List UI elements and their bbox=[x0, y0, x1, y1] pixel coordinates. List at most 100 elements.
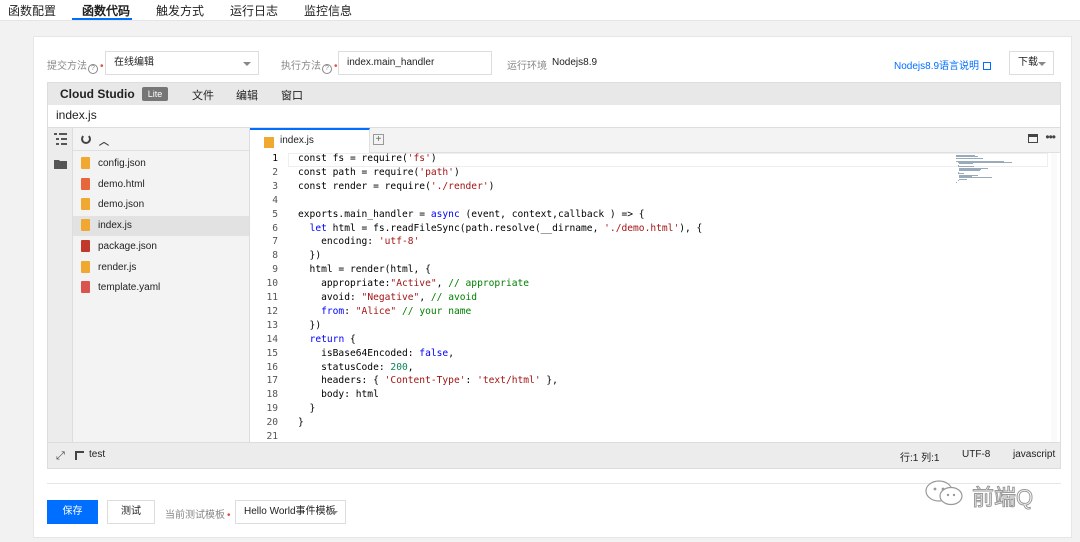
line-number: 2 bbox=[272, 166, 278, 178]
file-item-render-js[interactable]: render.js bbox=[73, 258, 249, 278]
file-name: config.json bbox=[98, 158, 146, 169]
code-text: encoding: 'utf-8' bbox=[298, 236, 420, 248]
code-text: return { bbox=[309, 333, 356, 345]
chevron-up-icon[interactable]: ︿ bbox=[99, 133, 109, 148]
code-text: exports.main_handler = async (event, con… bbox=[298, 208, 645, 220]
file-language: javascript bbox=[1013, 449, 1056, 460]
code-line: 7 encoding: 'utf-8' bbox=[250, 236, 1050, 250]
tab-function-code[interactable]: 函数代码 bbox=[82, 2, 130, 19]
line-number: 1 bbox=[272, 153, 278, 164]
runtime-label: 运行环境 bbox=[507, 61, 547, 72]
more-icon[interactable]: ••• bbox=[1045, 130, 1056, 144]
minimap-line bbox=[956, 157, 984, 159]
code-line: 20} bbox=[250, 417, 1050, 431]
submit-method-label: 提交方法? • bbox=[47, 57, 104, 74]
file-item-demo-json[interactable]: demo.json bbox=[73, 195, 249, 215]
editor-tab-index-js[interactable]: index.js bbox=[250, 128, 370, 153]
line-number: 16 bbox=[266, 361, 278, 373]
json-file-icon bbox=[81, 157, 90, 169]
file-item-package-json[interactable]: package.json bbox=[73, 237, 249, 257]
ide-menubar: Cloud Studio Lite 文件 编辑 窗口 bbox=[48, 83, 1060, 105]
line-number: 13 bbox=[266, 319, 278, 331]
language-doc-link[interactable]: Nodejs8.9语言说明 bbox=[894, 57, 992, 72]
divider bbox=[47, 483, 1061, 484]
required-mark: • bbox=[334, 61, 338, 72]
line-number: 15 bbox=[266, 347, 278, 359]
ide-statusbar: ⤢ test 行:1 列:1 UTF-8 javascript bbox=[48, 442, 1060, 468]
editor-scrollbar[interactable] bbox=[1051, 153, 1057, 444]
code-text: headers: { 'Content-Type': 'text/html' }… bbox=[298, 375, 558, 387]
code-line: 11 avoid: "Negative", // avoid bbox=[250, 292, 1050, 306]
tab-run-log[interactable]: 运行日志 bbox=[230, 2, 278, 19]
line-number: 3 bbox=[272, 180, 278, 192]
lite-badge: Lite bbox=[142, 87, 168, 101]
status-test-label[interactable]: test bbox=[89, 449, 105, 460]
code-text: } bbox=[298, 417, 304, 429]
exec-method-label: 执行方法? • bbox=[281, 57, 338, 74]
chevron-down-icon bbox=[243, 62, 251, 66]
html-file-icon bbox=[81, 178, 90, 190]
tab-trigger[interactable]: 触发方式 bbox=[156, 2, 204, 19]
help-icon[interactable]: ? bbox=[322, 64, 332, 74]
tab-function-config[interactable]: 函数配置 bbox=[8, 2, 56, 19]
explorer-toolbar: ︿ bbox=[73, 128, 249, 151]
line-number: 9 bbox=[272, 264, 278, 276]
download-dropdown[interactable]: 下载 bbox=[1009, 51, 1054, 75]
submit-method-label-text: 提交方法 bbox=[47, 61, 87, 72]
submit-method-value: 在线编辑 bbox=[114, 57, 154, 68]
editor-tab-strip: index.js + ••• bbox=[250, 128, 1060, 153]
line-number: 18 bbox=[266, 389, 278, 401]
file-item-template-yaml[interactable]: template.yaml bbox=[73, 278, 249, 298]
line-number: 14 bbox=[266, 333, 278, 345]
folder-icon[interactable] bbox=[54, 159, 67, 169]
code-line: 10 appropriate:"Active", // appropriate bbox=[250, 278, 1050, 292]
test-template-select[interactable]: Hello World事件模板 bbox=[235, 500, 346, 524]
required-mark: • bbox=[227, 510, 231, 521]
test-template-label: 当前测试模板 • bbox=[165, 506, 231, 521]
file-item-demo-html[interactable]: demo.html bbox=[73, 175, 249, 195]
code-line: 19 } bbox=[250, 403, 1050, 417]
line-number: 4 bbox=[272, 194, 278, 206]
menu-file[interactable]: 文件 bbox=[192, 87, 214, 103]
line-number: 17 bbox=[266, 375, 278, 387]
code-text: const render = require('./render') bbox=[298, 180, 495, 192]
code-editor: index.js + ••• 1 const fs = require('fs')… bbox=[250, 128, 1060, 444]
file-item-config-json[interactable]: config.json bbox=[73, 154, 249, 174]
tab-monitor[interactable]: 监控信息 bbox=[304, 2, 352, 19]
submit-method-select[interactable]: 在线编辑 bbox=[105, 51, 259, 75]
code-card: 提交方法? • 在线编辑 执行方法? • index.main_handler 运行… bbox=[33, 36, 1072, 538]
line-number: 7 bbox=[272, 236, 278, 248]
line-number: 21 bbox=[266, 431, 278, 442]
download-label: 下载 bbox=[1018, 57, 1038, 68]
explorer-icon[interactable] bbox=[54, 133, 67, 145]
minimap-line bbox=[957, 180, 959, 182]
code-line: 9 html = render(html, { bbox=[250, 264, 1050, 278]
yaml-file-icon bbox=[81, 281, 90, 293]
add-tab-icon[interactable]: + bbox=[373, 134, 384, 145]
active-tab-indicator bbox=[72, 18, 132, 20]
help-icon[interactable]: ? bbox=[88, 64, 98, 74]
code-line: 4 bbox=[250, 195, 1050, 209]
cloud-studio-editor: Cloud Studio Lite 文件 编辑 窗口 index.js ︿ co… bbox=[47, 82, 1061, 469]
function-tabs: 函数配置 函数代码 触发方式 运行日志 监控信息 bbox=[0, 0, 1080, 21]
code-text: avoid: "Negative", // avoid bbox=[298, 292, 478, 303]
code-text: from: "Alice" // your name bbox=[321, 305, 472, 317]
exec-method-input[interactable]: index.main_handler bbox=[338, 51, 492, 75]
test-button[interactable]: 测试 bbox=[107, 500, 155, 524]
code-text: html = render(html, { bbox=[298, 264, 431, 276]
file-encoding: UTF-8 bbox=[962, 449, 991, 460]
code-text: const path = require('path') bbox=[298, 166, 460, 178]
file-name: package.json bbox=[98, 241, 157, 252]
expand-icon[interactable]: ⤢ bbox=[56, 450, 65, 463]
minimap[interactable] bbox=[956, 155, 1026, 185]
code-text: }) bbox=[298, 250, 322, 262]
code-area[interactable]: 1 const fs = require('fs') 2 const path = r… bbox=[250, 153, 1050, 444]
refresh-icon[interactable] bbox=[81, 134, 91, 144]
menu-edit[interactable]: 编辑 bbox=[236, 87, 258, 103]
menu-window[interactable]: 窗口 bbox=[281, 87, 303, 103]
file-item-index-js[interactable]: index.js bbox=[73, 216, 249, 236]
npm-file-icon bbox=[81, 240, 90, 252]
window-layout-icon[interactable] bbox=[1028, 134, 1038, 143]
minimap-line bbox=[959, 170, 980, 172]
save-button[interactable]: 保存 bbox=[47, 500, 98, 524]
